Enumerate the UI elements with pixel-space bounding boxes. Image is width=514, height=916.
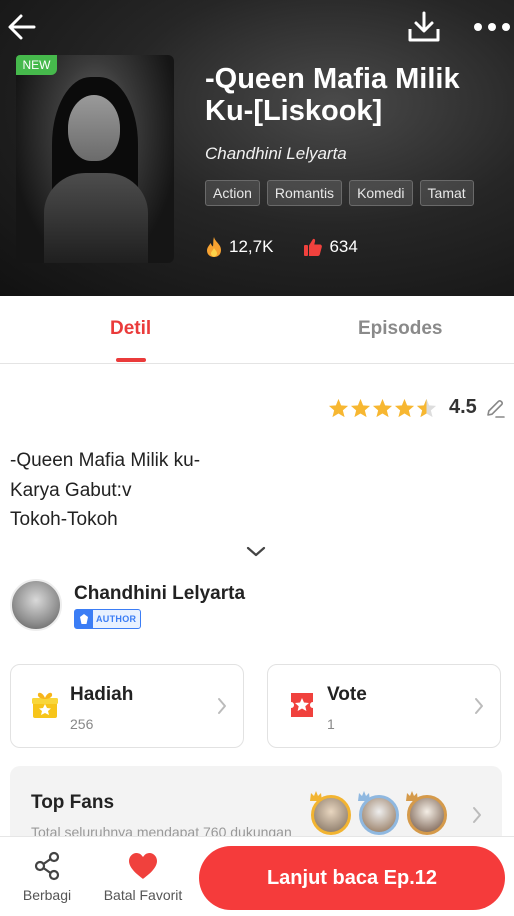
book-header: NEW -Queen Mafia Milik Ku-[Liskook] Chan… — [0, 0, 514, 296]
genre-tags: Action Romantis Komedi Tamat — [205, 180, 474, 206]
share-label: Berbagi — [22, 887, 72, 903]
gift-icon — [32, 692, 58, 718]
star-icon — [372, 398, 393, 417]
author-badge-icon — [75, 610, 93, 628]
chevron-right-icon — [473, 807, 481, 823]
vote-card[interactable]: Vote 1 — [267, 664, 501, 748]
book-stats: 12,7K 634 — [205, 236, 358, 258]
chevron-down-icon — [246, 546, 266, 557]
arrow-left-icon — [8, 14, 36, 40]
book-author[interactable]: Chandhini Lelyarta — [205, 144, 347, 164]
rating-value: 4.5 — [449, 396, 477, 418]
thumbs-up-icon — [304, 238, 323, 256]
genre-tag[interactable]: Komedi — [349, 180, 413, 206]
genre-tag[interactable]: Tamat — [419, 180, 474, 206]
chevron-right-icon — [475, 698, 483, 714]
genre-tag[interactable]: Action — [205, 180, 260, 206]
likes-stat: 634 — [303, 237, 358, 257]
tab-detil[interactable]: Detil — [110, 318, 151, 340]
hadiah-count: 256 — [70, 716, 94, 732]
book-title: -Queen Mafia Milik Ku-[Liskook] — [205, 63, 460, 127]
chevron-right-icon — [218, 698, 226, 714]
expand-synopsis-button[interactable] — [244, 544, 268, 565]
genre-tag[interactable]: Romantis — [266, 180, 343, 206]
vote-label: Vote — [327, 684, 367, 705]
author-name[interactable]: Chandhini Lelyarta — [74, 583, 245, 605]
heart-icon — [129, 853, 157, 879]
hadiah-card[interactable]: Hadiah 256 — [10, 664, 244, 748]
star-icon — [350, 398, 371, 417]
bottom-action-bar: Berbagi Batal Favorit Lanjut baca Ep.12 — [0, 836, 514, 916]
hadiah-label: Hadiah — [70, 684, 134, 705]
views-count: 12,7K — [229, 237, 274, 256]
crown-icon — [358, 791, 370, 801]
more-dots-icon — [474, 23, 510, 31]
rating-row: 4.5 — [328, 396, 505, 419]
star-icon — [394, 398, 415, 417]
vote-count: 1 — [327, 716, 335, 732]
star-half-icon — [416, 398, 437, 417]
crown-icon — [406, 791, 418, 801]
author-badge-label: AUTHOR — [96, 614, 137, 624]
likes-count: 634 — [329, 237, 358, 256]
pencil-icon[interactable] — [485, 398, 505, 418]
unfavorite-button[interactable]: Batal Favorit — [98, 851, 188, 903]
fire-icon — [207, 237, 221, 257]
share-button[interactable]: Berbagi — [20, 851, 74, 903]
back-button[interactable] — [4, 8, 40, 46]
share-icon — [34, 851, 60, 881]
synopsis-line: -Queen Mafia Milik ku- — [10, 450, 201, 471]
synopsis-text: -Queen Mafia Milik ku- Karya Gabut:v Tok… — [10, 446, 200, 535]
active-tab-indicator — [116, 358, 146, 362]
vote-ticket-icon — [291, 693, 313, 717]
synopsis-line: Tokoh-Tokoh — [10, 509, 118, 530]
top-fans-title: Top Fans — [31, 792, 115, 813]
tab-episodes[interactable]: Episodes — [358, 318, 442, 340]
more-options-button[interactable] — [470, 8, 514, 46]
synopsis-line: Karya Gabut:v — [10, 479, 132, 501]
new-badge: NEW — [16, 55, 57, 75]
book-cover-image — [16, 55, 174, 263]
continue-reading-button[interactable]: Lanjut baca Ep.12 — [199, 846, 505, 910]
unfavorite-label: Batal Favorit — [103, 887, 183, 903]
star-icon — [328, 398, 349, 417]
views-stat: 12,7K — [205, 236, 273, 258]
crown-icon — [310, 791, 322, 801]
tab-bar: Detil Episodes — [0, 296, 514, 364]
rating-stars — [328, 398, 437, 418]
author-badge: AUTHOR — [74, 609, 142, 629]
download-button[interactable] — [404, 8, 444, 46]
download-icon — [408, 11, 440, 42]
author-avatar[interactable] — [10, 579, 62, 631]
